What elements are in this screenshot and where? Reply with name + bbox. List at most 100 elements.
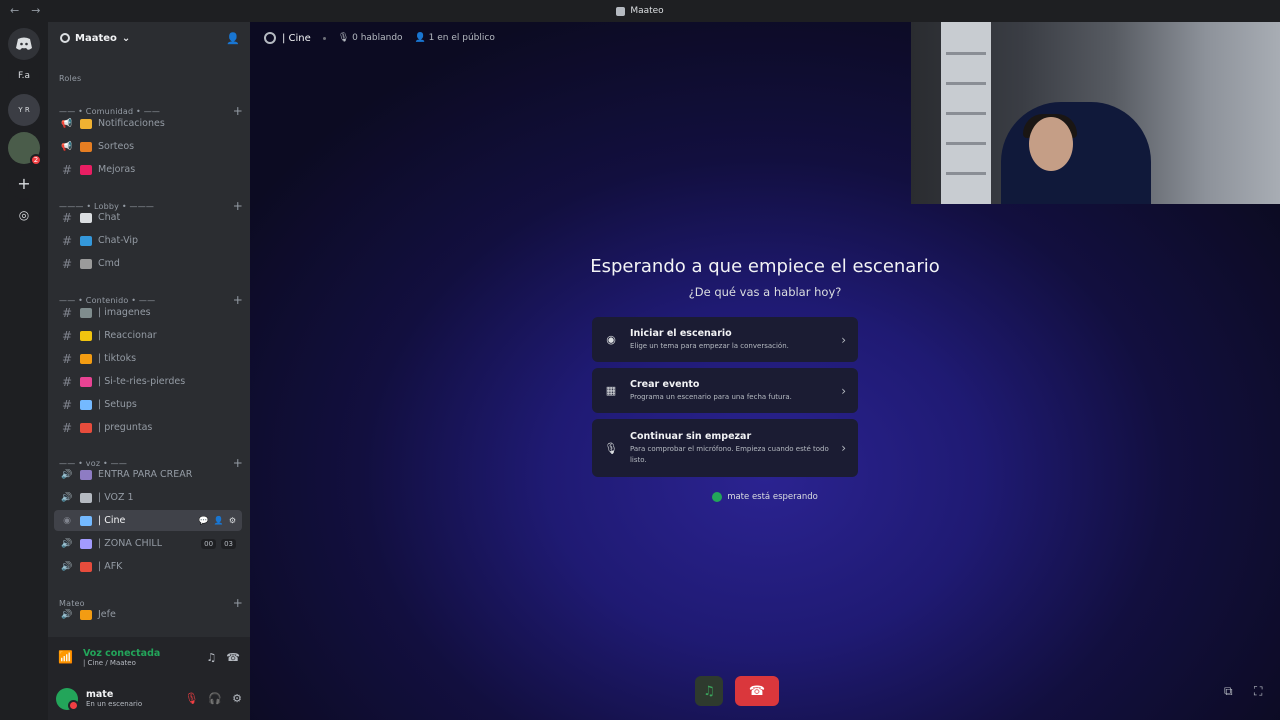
server-badge-icon — [60, 33, 70, 43]
server-name: Maateo — [75, 32, 117, 44]
chevron-down-icon: ⌄ — [121, 32, 131, 44]
title-bar: ← → Maateo — [0, 0, 1280, 22]
hash-icon: # — [61, 397, 73, 412]
channel-item[interactable]: # | Si-te-ries-pierdes — [54, 371, 242, 392]
create-event-button[interactable]: ▦ Crear evento Programa un escenario para… — [592, 368, 858, 413]
window-title: Maateo — [630, 6, 664, 16]
headphones-icon[interactable]: 🎧 — [208, 692, 222, 705]
emoji-icon — [80, 422, 92, 433]
stage-icon: ◉ — [63, 515, 71, 526]
fullscreen-icon[interactable]: ⛶ — [1254, 684, 1262, 699]
channel-item[interactable]: 📢 Sorteos — [54, 136, 242, 157]
emoji-icon — [80, 307, 92, 318]
discover-icon[interactable]: ◎ — [8, 199, 40, 231]
mute-mic-icon[interactable]: 🎙 — [184, 692, 198, 705]
bookshelf — [941, 22, 991, 204]
speaker-icon: 🔊 — [61, 538, 73, 549]
invite-icon[interactable]: 👤 — [214, 516, 224, 525]
channel-item[interactable]: # Chat — [54, 207, 242, 228]
emoji-icon — [80, 399, 92, 410]
megaphone-icon: 📢 — [61, 141, 73, 152]
server-rail: F.a Y R 2 + ◎ — [0, 22, 48, 720]
calendar-icon: ▦ — [605, 384, 617, 397]
notification-badge: 2 — [30, 154, 42, 166]
stage-subtitle: ¿De qué vas a hablar hoy? — [688, 285, 842, 299]
start-stage-button[interactable]: ◉ Iniciar el escenario Elige un tema para… — [592, 317, 858, 362]
hash-icon: # — [61, 328, 73, 343]
continue-without-start-button[interactable]: 🎙 Continuar sin empezar Para comprobar el… — [592, 419, 858, 477]
channel-item[interactable]: 🔊 ENTRA PARA CREAR — [54, 464, 242, 485]
hash-icon: # — [61, 351, 73, 366]
speaking-count: 🎙 0 hablando — [337, 33, 403, 43]
discord-home-icon[interactable] — [8, 28, 40, 60]
emoji-icon — [80, 561, 92, 572]
channel-item[interactable]: 🔊 | AFK — [54, 556, 242, 577]
emoji-icon — [80, 492, 92, 503]
music-icon[interactable]: ♫ — [206, 651, 216, 664]
hash-icon: # — [61, 162, 73, 177]
emoji-icon — [80, 164, 92, 175]
channel-item[interactable]: 📢 Notificaciones — [54, 113, 242, 134]
category-header[interactable]: Roles — [59, 74, 243, 83]
leave-call-button[interactable]: ☎ — [735, 676, 779, 706]
megaphone-icon: 📢 — [61, 118, 73, 129]
hash-icon: # — [61, 305, 73, 320]
emoji-icon — [80, 212, 92, 223]
microphone-icon: 🎙 — [604, 441, 618, 455]
channel-item[interactable]: ◉ | Cine 💬 👤 ⚙ — [54, 510, 242, 531]
person-head — [1029, 117, 1073, 171]
server-icon — [616, 6, 626, 16]
server-yr[interactable]: Y R — [8, 94, 40, 126]
hash-icon: # — [61, 374, 73, 389]
channel-item[interactable]: # Chat-Vip — [54, 230, 242, 251]
person-jersey — [1001, 102, 1151, 204]
popout-icon[interactable]: ⧉ — [1224, 684, 1233, 699]
emoji-icon — [80, 330, 92, 341]
emoji-icon — [80, 258, 92, 269]
user-panel: mate En un escenario 🎙 🎧 ⚙ — [48, 677, 250, 720]
channel-item[interactable]: # | imagenes — [54, 302, 242, 323]
voice-connection-panel: 📶 Voz conectada | Cine / Maateo ♫ ☎ — [48, 637, 250, 677]
stage-channel-icon — [264, 32, 276, 44]
channel-item[interactable]: # Cmd — [54, 253, 242, 274]
forward-arrow-icon[interactable]: → — [31, 4, 40, 17]
channel-item[interactable]: # | tiktoks — [54, 348, 242, 369]
channel-item[interactable]: 🔊 Jefe — [54, 604, 242, 625]
hash-icon: # — [61, 420, 73, 435]
avatar[interactable] — [56, 687, 79, 711]
channel-item[interactable]: 🔊 | ZONA CHILL 00 03 — [54, 533, 242, 554]
channel-item[interactable]: # | Setups — [54, 394, 242, 415]
emoji-icon — [80, 141, 92, 152]
speaker-icon: 🔊 — [61, 609, 73, 620]
add-member-icon[interactable]: 👤 — [226, 32, 240, 45]
channel-item[interactable]: # | Reaccionar — [54, 325, 242, 346]
chevron-right-icon: › — [841, 332, 846, 347]
server-folder[interactable]: 2 — [8, 132, 42, 166]
music-button[interactable]: ♫ — [695, 676, 723, 706]
emoji-icon — [80, 515, 92, 526]
avatar — [712, 492, 723, 502]
stage-title: Esperando a que empiece el escenario — [590, 256, 940, 277]
add-server-icon[interactable]: + — [8, 167, 40, 199]
back-arrow-icon[interactable]: ← — [10, 4, 19, 17]
channel-item[interactable]: 🔊 | VOZ 1 — [54, 487, 242, 508]
emoji-icon — [80, 469, 92, 480]
speaker-icon: 🔊 — [61, 469, 73, 480]
settings-gear-icon[interactable]: ⚙ — [229, 516, 236, 525]
disconnect-icon[interactable]: ☎ — [226, 651, 240, 664]
channel-item[interactable]: # | preguntas — [54, 417, 242, 438]
channel-item[interactable]: 🔊Los Pibes — [54, 627, 242, 632]
hash-icon: # — [61, 256, 73, 271]
server-fa[interactable]: F.a — [8, 60, 40, 92]
settings-gear-icon[interactable]: ⚙ — [232, 692, 242, 705]
emoji-icon — [80, 609, 92, 620]
waiting-indicator: mate está esperando — [250, 492, 1280, 502]
emoji-icon — [80, 376, 92, 387]
channel-sidebar: Maateo ⌄ 👤 Roles —— • Comunidad • —— + ——— •… — [48, 22, 250, 720]
chat-icon[interactable]: 💬 — [199, 516, 209, 525]
channel-item[interactable]: # Mejoras — [54, 159, 242, 180]
voice-status[interactable]: Voz conectada — [83, 648, 160, 659]
audience-count: 👤 1 en el público — [414, 33, 495, 43]
nav-buttons: ← → — [10, 4, 40, 17]
chevron-right-icon: › — [841, 441, 846, 455]
